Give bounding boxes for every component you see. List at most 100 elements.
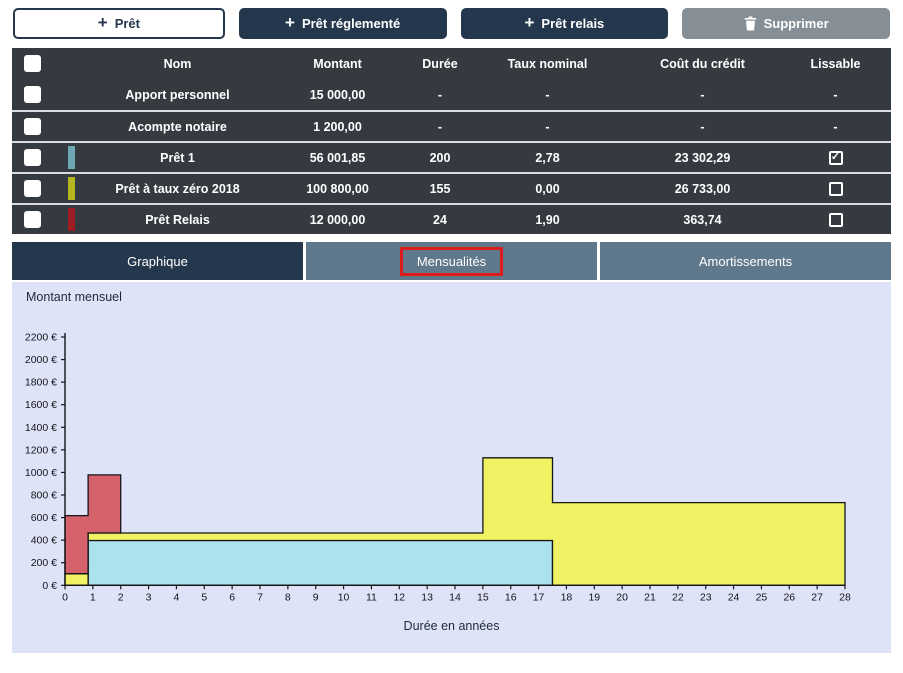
svg-text:1800 €: 1800 €	[25, 377, 57, 389]
svg-text:21: 21	[644, 591, 656, 603]
add-regulated-loan-label: Prêt réglementé	[302, 16, 400, 31]
tab-amortissements-label: Amortissements	[699, 254, 792, 269]
tab-graphique-label: Graphique	[127, 254, 188, 269]
cell-montant: 100 800,00	[265, 182, 410, 196]
svg-text:2200 €: 2200 €	[25, 332, 57, 344]
annotation-highlight-box: Mensualités	[400, 247, 503, 276]
row-select-checkbox[interactable]	[24, 118, 41, 135]
cell-cout: 23 302,29	[625, 151, 780, 165]
cell-taux: -	[470, 120, 625, 134]
mensualites-stacked-area-chart: 0 €200 €400 €600 €800 €1000 €1200 €1400 …	[12, 282, 891, 653]
loan-table: Nom Montant Durée Taux nominal Coût du c…	[12, 48, 891, 234]
svg-text:800 €: 800 €	[31, 490, 57, 502]
lissable-checkbox[interactable]	[829, 182, 843, 196]
column-header-lissable: Lissable	[780, 57, 891, 71]
svg-text:5: 5	[201, 591, 207, 603]
table-row[interactable]: Prêt Relais 12 000,00 24 1,90 363,74	[12, 203, 891, 234]
cell-lissable	[780, 181, 891, 196]
lissable-checkbox[interactable]	[829, 213, 843, 227]
column-header-montant: Montant	[265, 57, 410, 71]
loan-color-bar	[68, 177, 75, 200]
tab-mensualites-label: Mensualités	[417, 254, 486, 269]
svg-text:16: 16	[505, 591, 517, 603]
plus-icon: +	[285, 14, 295, 31]
cell-cout: -	[625, 120, 780, 134]
table-row[interactable]: Prêt à taux zéro 2018 100 800,00 155 0,0…	[12, 172, 891, 203]
add-loan-button[interactable]: + Prêt	[13, 8, 225, 39]
add-bridge-loan-label: Prêt relais	[541, 16, 604, 31]
cell-nom: Prêt Relais	[90, 213, 265, 227]
delete-label: Supprimer	[764, 16, 829, 31]
cell-lissable: -	[780, 120, 891, 134]
cell-duree: 24	[410, 213, 470, 227]
row-select-checkbox[interactable]	[24, 180, 41, 197]
row-select-checkbox[interactable]	[24, 149, 41, 166]
svg-text:2: 2	[118, 591, 124, 603]
cell-duree: -	[410, 88, 470, 102]
svg-text:26: 26	[783, 591, 795, 603]
cell-taux: -	[470, 88, 625, 102]
svg-text:1000 €: 1000 €	[25, 467, 57, 479]
trash-icon	[744, 16, 757, 31]
toolbar: + Prêt + Prêt réglementé + Prêt relais S…	[0, 0, 903, 39]
table-body: Apport personnel 15 000,00 - - - - Acomp…	[12, 79, 891, 234]
plus-icon: +	[524, 14, 534, 31]
svg-text:18: 18	[561, 591, 573, 603]
select-all-checkbox[interactable]	[24, 55, 41, 72]
tab-bar: Graphique Mensualités Amortissements	[12, 242, 891, 280]
loan-simulator-page: + Prêt + Prêt réglementé + Prêt relais S…	[0, 0, 903, 673]
svg-text:27: 27	[811, 591, 823, 603]
add-bridge-loan-button[interactable]: + Prêt relais	[461, 8, 669, 39]
svg-text:0: 0	[62, 591, 68, 603]
cell-lissable	[780, 212, 891, 227]
svg-text:11: 11	[366, 591, 377, 603]
svg-text:13: 13	[421, 591, 433, 603]
cell-duree: 155	[410, 182, 470, 196]
svg-text:20: 20	[616, 591, 628, 603]
row-select-checkbox[interactable]	[24, 211, 41, 228]
cell-lissable: ✓	[780, 150, 891, 165]
svg-text:4: 4	[174, 591, 180, 603]
cell-cout: -	[625, 88, 780, 102]
cell-duree: -	[410, 120, 470, 134]
svg-text:0 €: 0 €	[42, 580, 57, 592]
table-row[interactable]: Apport personnel 15 000,00 - - - -	[12, 79, 891, 110]
cell-cout: 26 733,00	[625, 182, 780, 196]
add-loan-label: Prêt	[115, 16, 140, 31]
svg-text:1400 €: 1400 €	[25, 422, 57, 434]
column-header-taux: Taux nominal	[470, 57, 625, 71]
cell-cout: 363,74	[625, 213, 780, 227]
add-regulated-loan-button[interactable]: + Prêt réglementé	[239, 8, 447, 39]
svg-text:3: 3	[146, 591, 152, 603]
table-header-row: Nom Montant Durée Taux nominal Coût du c…	[12, 48, 891, 79]
row-select-checkbox[interactable]	[24, 86, 41, 103]
lissable-checkbox[interactable]: ✓	[829, 151, 843, 165]
svg-text:19: 19	[588, 591, 600, 603]
table-row[interactable]: Prêt 1 56 001,85 200 2,78 23 302,29 ✓	[12, 141, 891, 172]
delete-button[interactable]: Supprimer	[682, 8, 890, 39]
svg-text:6: 6	[229, 591, 235, 603]
svg-text:28: 28	[839, 591, 851, 603]
svg-text:10: 10	[338, 591, 350, 603]
tab-amortissements[interactable]: Amortissements	[600, 242, 891, 280]
cell-taux: 1,90	[470, 213, 625, 227]
svg-text:15: 15	[477, 591, 489, 603]
svg-text:25: 25	[756, 591, 768, 603]
svg-text:1: 1	[90, 591, 96, 603]
plus-icon: +	[98, 14, 108, 31]
svg-text:600 €: 600 €	[31, 512, 57, 524]
cell-nom: Acompte notaire	[90, 120, 265, 134]
loan-color-bar	[68, 146, 75, 169]
tab-mensualites[interactable]: Mensualités	[306, 242, 597, 280]
cell-montant: 1 200,00	[265, 120, 410, 134]
tab-graphique[interactable]: Graphique	[12, 242, 303, 280]
svg-text:23: 23	[700, 591, 712, 603]
column-header-duree: Durée	[410, 57, 470, 71]
cell-montant: 15 000,00	[265, 88, 410, 102]
cell-taux: 0,00	[470, 182, 625, 196]
table-row[interactable]: Acompte notaire 1 200,00 - - - -	[12, 110, 891, 141]
cell-duree: 200	[410, 151, 470, 165]
loan-color-bar	[68, 208, 75, 231]
svg-text:400 €: 400 €	[31, 535, 57, 547]
column-header-nom: Nom	[90, 57, 265, 71]
